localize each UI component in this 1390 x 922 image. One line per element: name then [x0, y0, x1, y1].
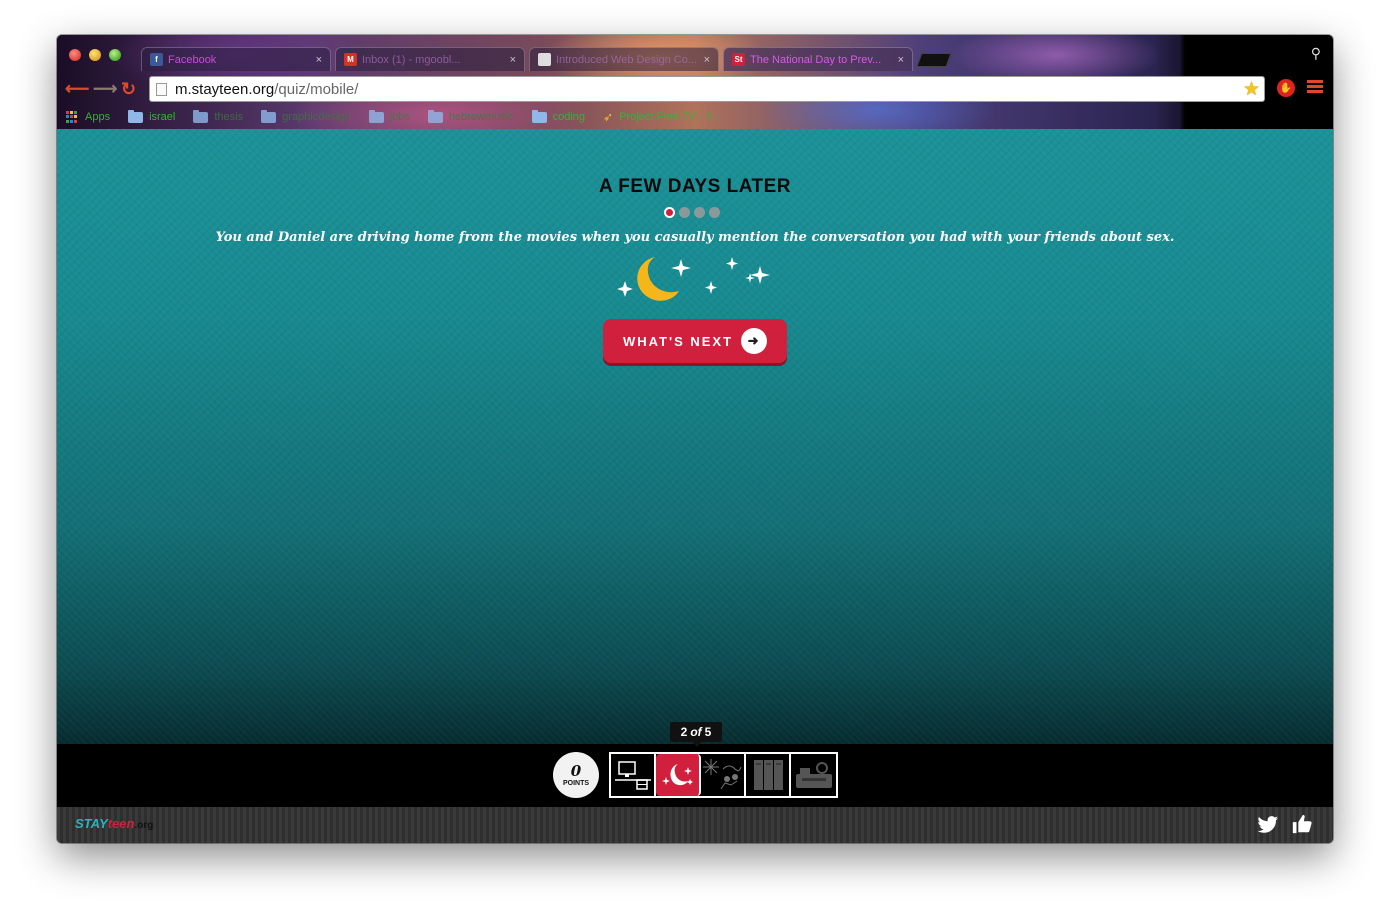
- bookmarks-bar: Apps israel thesis graphicdesign jobs he…: [57, 107, 1333, 127]
- page-icon: [156, 82, 167, 96]
- moon-and-stars-illustration: [617, 257, 770, 301]
- browser-chrome: f Facebook × M Inbox (1) - mgoobl... × I…: [57, 35, 1333, 129]
- thumbs-up-icon[interactable]: [1291, 813, 1313, 835]
- apps-icon: [66, 110, 79, 124]
- facebook-favicon-icon: f: [150, 53, 163, 66]
- menu-icon[interactable]: [1307, 80, 1323, 96]
- browser-window: f Facebook × M Inbox (1) - mgoobl... × I…: [57, 35, 1333, 843]
- bookmark-label: thesis: [214, 111, 244, 123]
- scene-title: A FEW DAYS LATER: [598, 176, 792, 197]
- bookmark-jobs[interactable]: jobs: [368, 109, 410, 123]
- pagination-dot-active[interactable]: [664, 207, 675, 218]
- browser-toolbar: ⟵ ⟶ ↻ m.stayteen.org /quiz/mobile/ ★ ✋: [57, 73, 1333, 105]
- stayteen-favicon-icon: St: [732, 53, 745, 66]
- whats-next-label: WHAT'S NEXT: [622, 333, 734, 349]
- close-icon[interactable]: ×: [704, 54, 710, 66]
- step-computer[interactable]: [611, 754, 656, 796]
- computer-desk-icon: [614, 761, 651, 790]
- points-value: 0: [570, 761, 582, 780]
- site-footer: STAYteen.org: [57, 807, 1333, 843]
- close-icon[interactable]: ×: [316, 54, 322, 66]
- quiz-page: A FEW DAYS LATER You and Daniel are driv…: [57, 129, 1333, 744]
- step-night[interactable]: [656, 754, 701, 796]
- user-profile-icon[interactable]: ⚲: [1311, 45, 1321, 62]
- window-close-button[interactable]: [69, 49, 81, 61]
- url-host: m.stayteen.org: [175, 80, 275, 98]
- step-party[interactable]: [701, 754, 746, 796]
- address-bar[interactable]: m.stayteen.org /quiz/mobile/ ★: [149, 76, 1265, 102]
- back-arrow-icon[interactable]: ⟵: [65, 79, 89, 99]
- folder-icon: [531, 109, 547, 123]
- progress-current: 2: [680, 725, 688, 739]
- folder-icon: [368, 109, 384, 123]
- close-icon[interactable]: ×: [510, 54, 516, 66]
- points-label: POINTS: [562, 779, 590, 787]
- tab-gmail[interactable]: M Inbox (1) - mgoobl... ×: [335, 47, 525, 71]
- logo-org: .org: [134, 820, 154, 831]
- pagination-dot[interactable]: [694, 207, 705, 218]
- pagination-dot[interactable]: [679, 207, 690, 218]
- reload-icon[interactable]: ↻: [121, 79, 136, 100]
- gmail-favicon-icon: M: [344, 53, 357, 66]
- projectfreetv-icon: ➶: [603, 110, 614, 124]
- step-lockers[interactable]: [746, 754, 791, 796]
- step-car[interactable]: [791, 754, 836, 796]
- whats-next-button[interactable]: WHAT'S NEXT ➜: [603, 319, 787, 363]
- progress-total: 5: [704, 725, 712, 739]
- tab-label: Introduced Web Design Co...: [556, 53, 698, 66]
- bookmark-coding[interactable]: coding: [531, 109, 586, 123]
- tab-label: Inbox (1) - mgoobl...: [362, 53, 461, 66]
- bookmark-israel[interactable]: israel: [128, 109, 176, 123]
- bookmark-hebrewmusic[interactable]: hebrewmusic: [427, 109, 514, 123]
- folder-icon: [427, 109, 443, 123]
- adblock-extension-icon[interactable]: ✋: [1277, 79, 1295, 97]
- logo-stay: STAY: [75, 816, 108, 831]
- scene-text: You and Daniel are driving home from the…: [215, 230, 1175, 245]
- new-tab-button[interactable]: [916, 53, 952, 67]
- bookmark-star-icon[interactable]: ★: [1243, 78, 1260, 101]
- forward-arrow-icon[interactable]: ⟶: [93, 79, 117, 99]
- bookmark-label: coding: [552, 111, 586, 123]
- window-maximize-button[interactable]: [109, 49, 121, 61]
- quiz-steps: [609, 752, 838, 798]
- progress-indicator: 2 of 5: [670, 722, 722, 747]
- tab-label: The National Day to Prev...: [750, 53, 882, 66]
- document-favicon-icon: [538, 53, 551, 66]
- tab-label: Facebook: [168, 53, 217, 66]
- bookmark-label: jobs: [389, 111, 410, 123]
- tab-stayteen[interactable]: St The National Day to Prev... ×: [723, 47, 913, 71]
- moon-stars-icon: [661, 764, 693, 786]
- folder-icon: [193, 109, 209, 123]
- bookmark-projectfreetv[interactable]: ➶ Project Free TV - Y...: [603, 110, 721, 124]
- progress-of: of: [690, 725, 702, 739]
- points-badge: 0 POINTS: [553, 752, 599, 798]
- arrow-right-icon: ➜: [741, 328, 768, 354]
- bookmark-label: Apps: [85, 111, 111, 123]
- bookmark-thesis[interactable]: thesis: [193, 109, 244, 123]
- stayteen-logo[interactable]: STAYteen.org: [75, 816, 153, 831]
- logo-teen: teen: [107, 816, 135, 831]
- bookmark-graphicdesign[interactable]: graphicdesign: [261, 109, 351, 123]
- party-icon: [702, 759, 741, 790]
- window-minimize-button[interactable]: [89, 49, 101, 61]
- bookmark-apps[interactable]: Apps: [66, 110, 111, 124]
- bookmark-label: Project Free TV - Y...: [619, 111, 721, 123]
- pagination-dot[interactable]: [709, 207, 720, 218]
- lockers-icon: [753, 760, 783, 790]
- twitter-icon[interactable]: [1257, 815, 1279, 835]
- tab-facebook[interactable]: f Facebook ×: [141, 47, 331, 71]
- tab-document[interactable]: Introduced Web Design Co... ×: [529, 47, 719, 71]
- folder-icon: [261, 109, 277, 123]
- quiz-progress-bar: 2 of 5 0 POINTS: [57, 722, 1333, 807]
- url-path: /quiz/mobile/: [274, 80, 359, 98]
- folder-icon: [128, 109, 144, 123]
- bookmark-label: israel: [149, 111, 176, 123]
- bookmark-label: graphicdesign: [282, 111, 351, 123]
- scene-pagination-dots: [664, 207, 720, 218]
- car-interior-icon: [795, 762, 832, 788]
- close-icon[interactable]: ×: [898, 54, 904, 66]
- bookmark-label: hebrewmusic: [448, 111, 514, 123]
